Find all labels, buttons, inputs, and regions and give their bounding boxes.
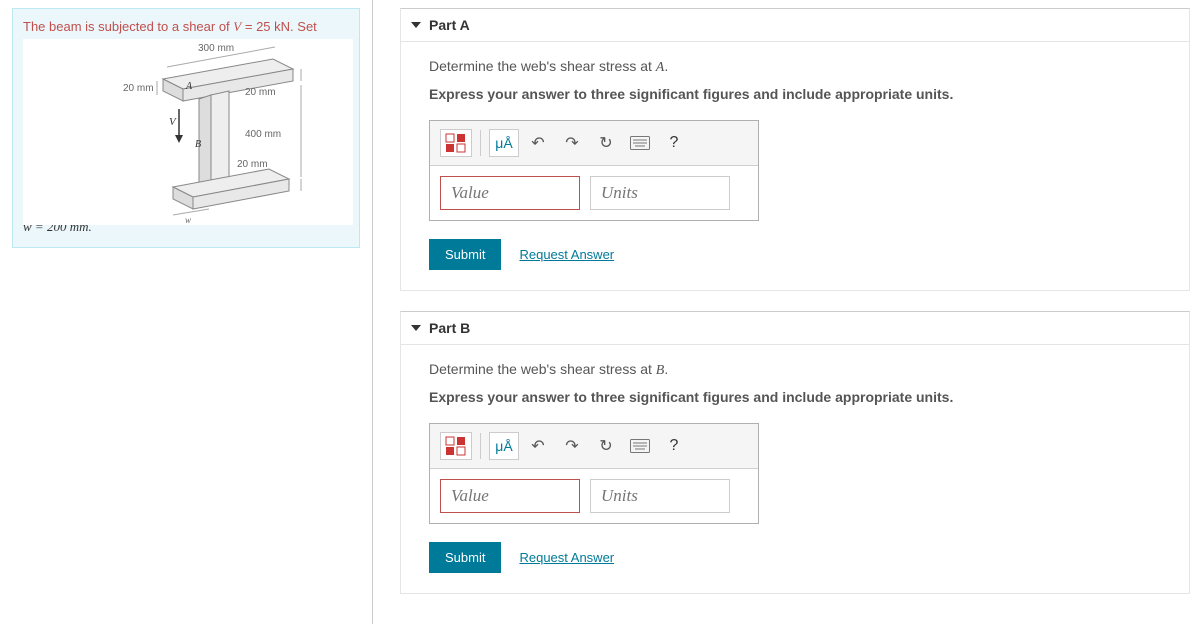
label-a: A: [185, 81, 193, 92]
units-input[interactable]: [590, 479, 730, 513]
part-b-actions: Submit Request Answer: [429, 542, 1161, 573]
units-symbol: μÅ: [495, 135, 512, 151]
part-a-body: Determine the web's shear stress at A. E…: [401, 42, 1189, 290]
part-b-title: Part B: [429, 320, 470, 336]
part-a-actions: Submit Request Answer: [429, 239, 1161, 270]
part-b-instruction: Express your answer to three significant…: [429, 389, 1161, 405]
part-b-answer-box: μÅ ↶ ↷ ↻ ?: [429, 423, 759, 524]
label-v: V: [169, 116, 177, 128]
part-b-toolbar: μÅ ↶ ↷ ↻ ?: [430, 424, 758, 469]
caret-down-icon: [411, 325, 421, 331]
submit-button[interactable]: Submit: [429, 542, 501, 573]
redo-icon[interactable]: ↷: [557, 129, 587, 157]
units-button[interactable]: μÅ: [489, 432, 519, 460]
problem-value: 25 kN: [256, 19, 290, 34]
problem-box: The beam is subjected to a shear of V = …: [12, 8, 360, 248]
keyboard-icon[interactable]: [625, 129, 655, 157]
part-a-toolbar: μÅ ↶ ↷ ↻ ?: [430, 121, 758, 166]
value-input[interactable]: [440, 176, 580, 210]
request-answer-link[interactable]: Request Answer: [519, 247, 614, 262]
part-a-question-prefix: Determine the web's shear stress at: [429, 58, 656, 74]
toolbar-separator: [480, 433, 481, 459]
template-icon[interactable]: [440, 432, 472, 460]
template-icon[interactable]: [440, 129, 472, 157]
value-input[interactable]: [440, 479, 580, 513]
problem-panel: The beam is subjected to a shear of V = …: [0, 0, 372, 624]
part-b-input-row: [430, 469, 758, 523]
label-left-dim: 20 mm: [123, 83, 154, 94]
part-b-header[interactable]: Part B: [401, 312, 1189, 345]
problem-statement: The beam is subjected to a shear of V = …: [23, 19, 349, 35]
part-a-question-suffix: .: [664, 58, 668, 74]
label-b: B: [195, 139, 201, 150]
part-a-answer-box: μÅ ↶ ↷ ↻ ?: [429, 120, 759, 221]
part-a-question: Determine the web's shear stress at A.: [429, 58, 1161, 76]
undo-icon[interactable]: ↶: [523, 129, 553, 157]
reset-icon[interactable]: ↻: [591, 432, 621, 460]
part-b-block: Part B Determine the web's shear stress …: [400, 311, 1190, 594]
caret-down-icon: [411, 22, 421, 28]
problem-equals: =: [241, 19, 256, 34]
units-input[interactable]: [590, 176, 730, 210]
submit-button[interactable]: Submit: [429, 239, 501, 270]
keyboard-icon[interactable]: [625, 432, 655, 460]
part-a-block: Part A Determine the web's shear stress …: [400, 8, 1190, 291]
part-b-question: Determine the web's shear stress at B.: [429, 361, 1161, 379]
page-root: The beam is subjected to a shear of V = …: [0, 0, 1200, 624]
reset-icon[interactable]: ↻: [591, 129, 621, 157]
part-a-header[interactable]: Part A: [401, 9, 1189, 42]
request-answer-link[interactable]: Request Answer: [519, 550, 614, 565]
part-b-question-prefix: Determine the web's shear stress at: [429, 361, 656, 377]
problem-suffix: . Set: [290, 19, 317, 34]
part-a-instruction: Express your answer to three significant…: [429, 86, 1161, 102]
toolbar-separator: [480, 130, 481, 156]
redo-icon[interactable]: ↷: [557, 432, 587, 460]
part-b-question-suffix: .: [664, 361, 668, 377]
help-icon[interactable]: ?: [659, 432, 689, 460]
svg-text:w: w: [185, 215, 191, 225]
units-button[interactable]: μÅ: [489, 129, 519, 157]
part-a-input-row: [430, 166, 758, 220]
label-top-width: 300 mm: [198, 43, 234, 54]
label-right-bottom: 20 mm: [237, 159, 268, 170]
help-icon[interactable]: ?: [659, 129, 689, 157]
beam-figure: 300 mm 20 mm 20 mm 400 mm 20 mm V: [23, 39, 353, 225]
part-a-title: Part A: [429, 17, 470, 33]
part-b-body: Determine the web's shear stress at B. E…: [401, 345, 1189, 593]
units-symbol: μÅ: [495, 438, 512, 454]
problem-prefix: The beam is subjected to a shear of: [23, 19, 233, 34]
panel-divider: [372, 0, 400, 624]
answer-panel: Part A Determine the web's shear stress …: [400, 0, 1200, 624]
label-right-top: 20 mm: [245, 87, 276, 98]
label-right-height: 400 mm: [245, 129, 281, 140]
undo-icon[interactable]: ↶: [523, 432, 553, 460]
